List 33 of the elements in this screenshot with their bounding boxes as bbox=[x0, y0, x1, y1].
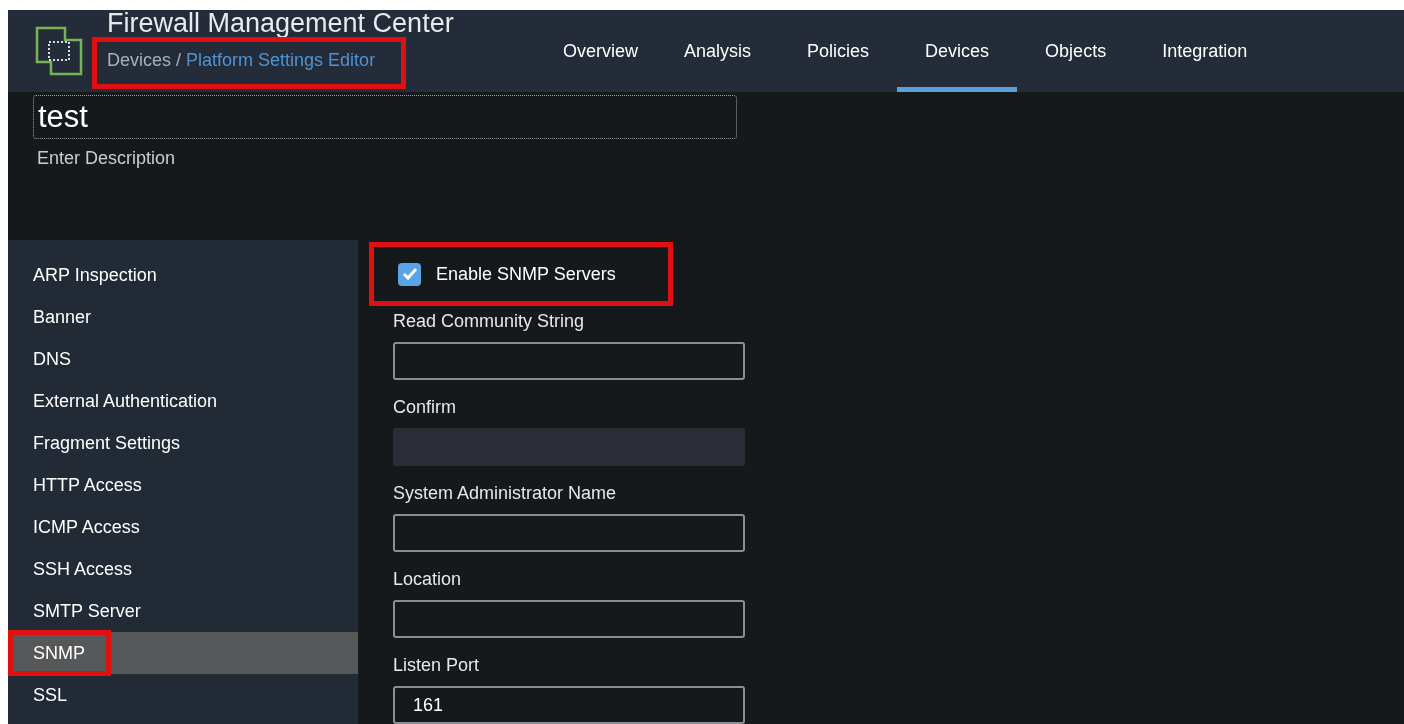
field-label: Read Community String bbox=[393, 311, 586, 333]
checkbox-icon[interactable] bbox=[398, 262, 421, 286]
sidebar-item[interactable]: DNS bbox=[8, 338, 358, 380]
description-placeholder[interactable]: Enter Description bbox=[37, 148, 1404, 169]
sidebar-item[interactable]: HTTP Access bbox=[8, 464, 358, 506]
sidebar-item[interactable]: SSL bbox=[8, 674, 358, 716]
logo-icon bbox=[35, 26, 83, 76]
sidebar-item[interactable]: Banner bbox=[8, 296, 358, 338]
input-field[interactable] bbox=[393, 600, 745, 639]
field-label: System Administrator Name bbox=[393, 483, 618, 505]
sidebar-item[interactable]: SSH Access bbox=[8, 548, 358, 590]
sidebar-item[interactable]: Fragment Settings bbox=[8, 422, 358, 464]
sidebar-item[interactable]: SMTP Server bbox=[8, 590, 358, 632]
sidebar-item[interactable]: ARP Inspection bbox=[8, 254, 358, 296]
field-label: Confirm bbox=[393, 397, 457, 419]
sidebar-item[interactable]: External Authentication bbox=[8, 380, 358, 422]
nav-tab[interactable]: Policies bbox=[779, 10, 898, 92]
app-title: Firewall Management Center bbox=[107, 7, 454, 38]
input-field[interactable] bbox=[393, 514, 745, 553]
field-label: Location bbox=[393, 569, 463, 591]
nav-tab[interactable]: Integration bbox=[1134, 10, 1276, 92]
input-field[interactable]: 161 bbox=[393, 686, 745, 724]
sidebar-item[interactable]: ICMP Access bbox=[8, 506, 358, 548]
field-label: Listen Port bbox=[393, 655, 481, 677]
input-field[interactable] bbox=[393, 342, 745, 381]
breadcrumb-current: Platform Settings Editor bbox=[186, 50, 376, 71]
breadcrumb-link[interactable]: Devices bbox=[107, 50, 172, 71]
breadcrumb-separator: / bbox=[176, 50, 182, 71]
nav-tab[interactable]: Analysis bbox=[656, 10, 780, 92]
sidebar-item[interactable]: SNMP bbox=[8, 632, 358, 674]
nav-tab[interactable]: Overview bbox=[545, 10, 656, 92]
nav-tab[interactable]: Objects bbox=[1017, 10, 1135, 92]
enable-snmp-checkbox[interactable]: Enable SNMP Servers bbox=[369, 242, 673, 307]
